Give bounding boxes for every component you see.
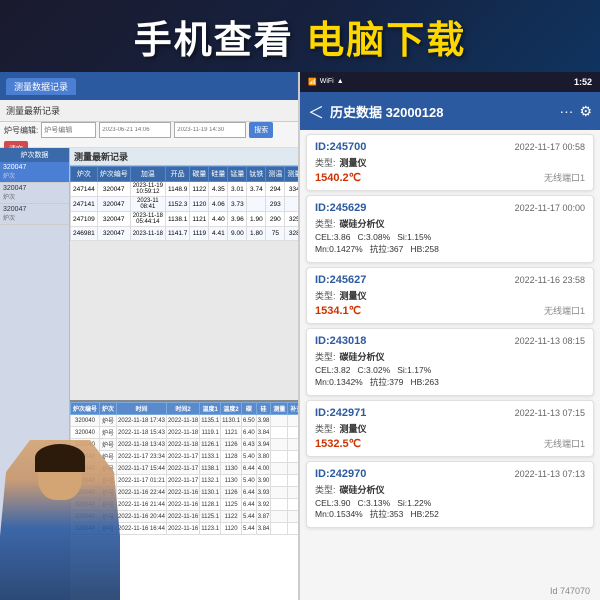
- list-item-2[interactable]: 320047 炉次: [0, 183, 69, 204]
- main-area: 测量数据记录 测量最新记录 炉号编辑: 搜索 清空 炉次数据 320047 炉次…: [0, 72, 600, 600]
- record-header-2: ID:245629 2022-11-17 00:00: [315, 202, 585, 214]
- filter-label-1: 炉号编辑:: [4, 125, 38, 136]
- bottom-id-text: Id 747070: [550, 586, 590, 596]
- mobile-app-header: ＜ 历史数据 32000128 ··· ⚙: [300, 92, 600, 130]
- mobile-record-card-5[interactable]: ID:242971 2022-11-13 07:15 类型: 测量仪 1532.…: [306, 400, 594, 457]
- list-item-1[interactable]: 320047 炉次: [0, 162, 69, 183]
- col-header-time: 加温: [130, 167, 165, 182]
- record-port-1: 无线端口1: [544, 171, 585, 184]
- record-date-2: 2022-11-17 00:00: [515, 203, 585, 213]
- col-header-t1: 开品: [165, 167, 189, 182]
- mobile-record-card-6[interactable]: ID:242970 2022-11-13 07:13 类型: 碳硅分析仪 CEL…: [306, 461, 594, 529]
- data-table-title: 测量最新记录: [70, 148, 298, 166]
- record-type-label-3: 类型:: [315, 289, 336, 302]
- col-header-v3: 锰量: [228, 167, 247, 182]
- banner-text-pc: 电脑下载: [294, 20, 467, 62]
- person-image: [0, 440, 120, 600]
- banner-text-phone: 手机查看: [134, 20, 294, 62]
- record-date-6: 2022-11-13 07:13: [515, 469, 585, 479]
- filter-bar: 炉号编辑: 搜索 清空: [0, 122, 298, 148]
- record-type-label-2: 类型:: [315, 217, 336, 230]
- record-header-5: ID:242971 2022-11-13 07:15: [315, 407, 585, 419]
- pc-tab[interactable]: 测量数据记录: [6, 78, 76, 95]
- record-analysis-6: CEL:3.90 C:3.13% Si:1.22% Mn:0.1534% 抗拉:…: [315, 498, 585, 522]
- filter-date-from[interactable]: [99, 122, 171, 138]
- record-id-3: ID:245627: [315, 274, 366, 286]
- record-type-value-6: 碳硅分析仪: [340, 483, 385, 496]
- record-type-label-5: 类型:: [315, 422, 336, 435]
- record-date-5: 2022-11-13 07:15: [515, 408, 585, 418]
- back-button[interactable]: ＜: [308, 99, 324, 123]
- record-type-label-6: 类型:: [315, 483, 336, 496]
- col-header-v1: 碳量: [190, 167, 209, 182]
- banner-text: 手机查看 电脑下载: [134, 9, 467, 64]
- record-date-1: 2022-11-17 00:58: [515, 142, 585, 152]
- record-port-3: 无线端口1: [544, 304, 585, 317]
- record-id-6: ID:242970: [315, 468, 366, 480]
- col-header-v2: 硅量: [209, 167, 228, 182]
- mobile-record-card-2[interactable]: ID:245629 2022-11-17 00:00 类型: 碳硅分析仪 CEL…: [306, 195, 594, 263]
- record-type-label-4: 类型:: [315, 350, 336, 363]
- mobile-records-list: ID:245700 2022-11-17 00:58 类型: 测量仪 1540.…: [300, 130, 600, 600]
- record-id-5: ID:242971: [315, 407, 366, 419]
- pc-title-bar: 测量最新记录: [0, 100, 298, 122]
- table-row: 247144 320047 2023-11-1910:59:12 1148.9 …: [71, 182, 299, 197]
- sheet-row: 320040炉号 2022-11-18 17:432022-11-18 1135…: [71, 415, 299, 427]
- record-header-3: ID:245627 2022-11-16 23:58: [315, 274, 585, 286]
- record-id-1: ID:245700: [315, 141, 366, 153]
- pc-title-text: 测量最新记录: [6, 104, 60, 117]
- col-header-v5: 测温: [266, 167, 285, 182]
- col-header-code: 炉次编号: [97, 167, 130, 182]
- main-data-table: 炉次 炉次编号 加温 开品 碳量 硅量 锰量 钛铁 测温 测量 操作: [70, 166, 298, 241]
- pc-app-header: 测量数据记录: [0, 72, 298, 100]
- record-type-value-4: 碳硅分析仪: [340, 350, 385, 363]
- left-panel-pc: 测量数据记录 测量最新记录 炉号编辑: 搜索 清空 炉次数据 320047 炉次…: [0, 72, 300, 600]
- record-type-value-5: 测量仪: [340, 422, 367, 435]
- right-panel-mobile: 📶 WiFi ▲ 1:52 ＜ 历史数据 32000128 ··· ⚙ ID:2…: [300, 72, 600, 600]
- status-bar-left: 📶 WiFi ▲: [308, 78, 344, 86]
- table-row: 247109 320047 2023-11-1805:44:14 1138.1 …: [71, 212, 299, 227]
- record-id-2: ID:245629: [315, 202, 366, 214]
- mobile-record-card-3[interactable]: ID:245627 2022-11-16 23:58 类型: 测量仪 1534.…: [306, 267, 594, 324]
- filter-date-to[interactable]: [174, 122, 246, 138]
- mobile-record-card-1[interactable]: ID:245700 2022-11-17 00:58 类型: 测量仪 1540.…: [306, 134, 594, 191]
- record-header-1: ID:245700 2022-11-17 00:58: [315, 141, 585, 153]
- col-header-v6: 测量: [285, 167, 298, 182]
- left-list-header: 炉次数据: [0, 148, 69, 162]
- record-header-4: ID:243018 2022-11-13 08:15: [315, 335, 585, 347]
- status-bar-time: 1:52: [574, 77, 592, 87]
- col-header-id: 炉次: [71, 167, 98, 182]
- record-analysis-2: CEL:3.86 C:3.08% Si:1.15% Mn:0.1427% 抗拉:…: [315, 232, 585, 256]
- record-temp-1: 1540.2℃: [315, 171, 361, 184]
- record-id-4: ID:243018: [315, 335, 366, 347]
- record-header-6: ID:242970 2022-11-13 07:13: [315, 468, 585, 480]
- record-type-label-1: 类型:: [315, 156, 336, 169]
- top-banner: 手机查看 电脑下载: [0, 0, 600, 72]
- search-button[interactable]: 搜索: [249, 122, 273, 138]
- list-item-3[interactable]: 320047 炉次: [0, 204, 69, 225]
- menu-dots-button[interactable]: ···: [559, 103, 573, 119]
- settings-button[interactable]: ⚙: [579, 103, 592, 120]
- record-port-5: 无线端口1: [544, 437, 585, 450]
- sheet-row: 320040炉号 2022-11-18 15:432022-11-18 1119…: [71, 427, 299, 439]
- filter-input-furnace[interactable]: [41, 122, 96, 138]
- record-date-4: 2022-11-13 08:15: [515, 336, 585, 346]
- record-type-value-2: 碳硅分析仪: [340, 217, 385, 230]
- record-temp-3: 1534.1℃: [315, 304, 361, 317]
- record-date-3: 2022-11-16 23:58: [515, 275, 585, 285]
- mobile-status-bar: 📶 WiFi ▲ 1:52: [300, 72, 600, 92]
- table-row: 247141 320047 2023-1108:41 1152.3 1120 4…: [71, 197, 299, 212]
- record-type-value-1: 测量仪: [340, 156, 367, 169]
- col-header-v4: 钛铁: [247, 167, 266, 182]
- record-temp-5: 1532.5℃: [315, 437, 361, 450]
- table-row: 246981 320047 2023-11-18 1141.7 1119 4.4…: [71, 227, 299, 241]
- record-type-value-3: 测量仪: [340, 289, 367, 302]
- mobile-app-title: 历史数据 32000128: [330, 102, 553, 121]
- mobile-record-card-4[interactable]: ID:243018 2022-11-13 08:15 类型: 碳硅分析仪 CEL…: [306, 328, 594, 396]
- record-analysis-4: CEL:3.82 C:3.02% Si:1.17% Mn:0.1342% 抗拉:…: [315, 365, 585, 389]
